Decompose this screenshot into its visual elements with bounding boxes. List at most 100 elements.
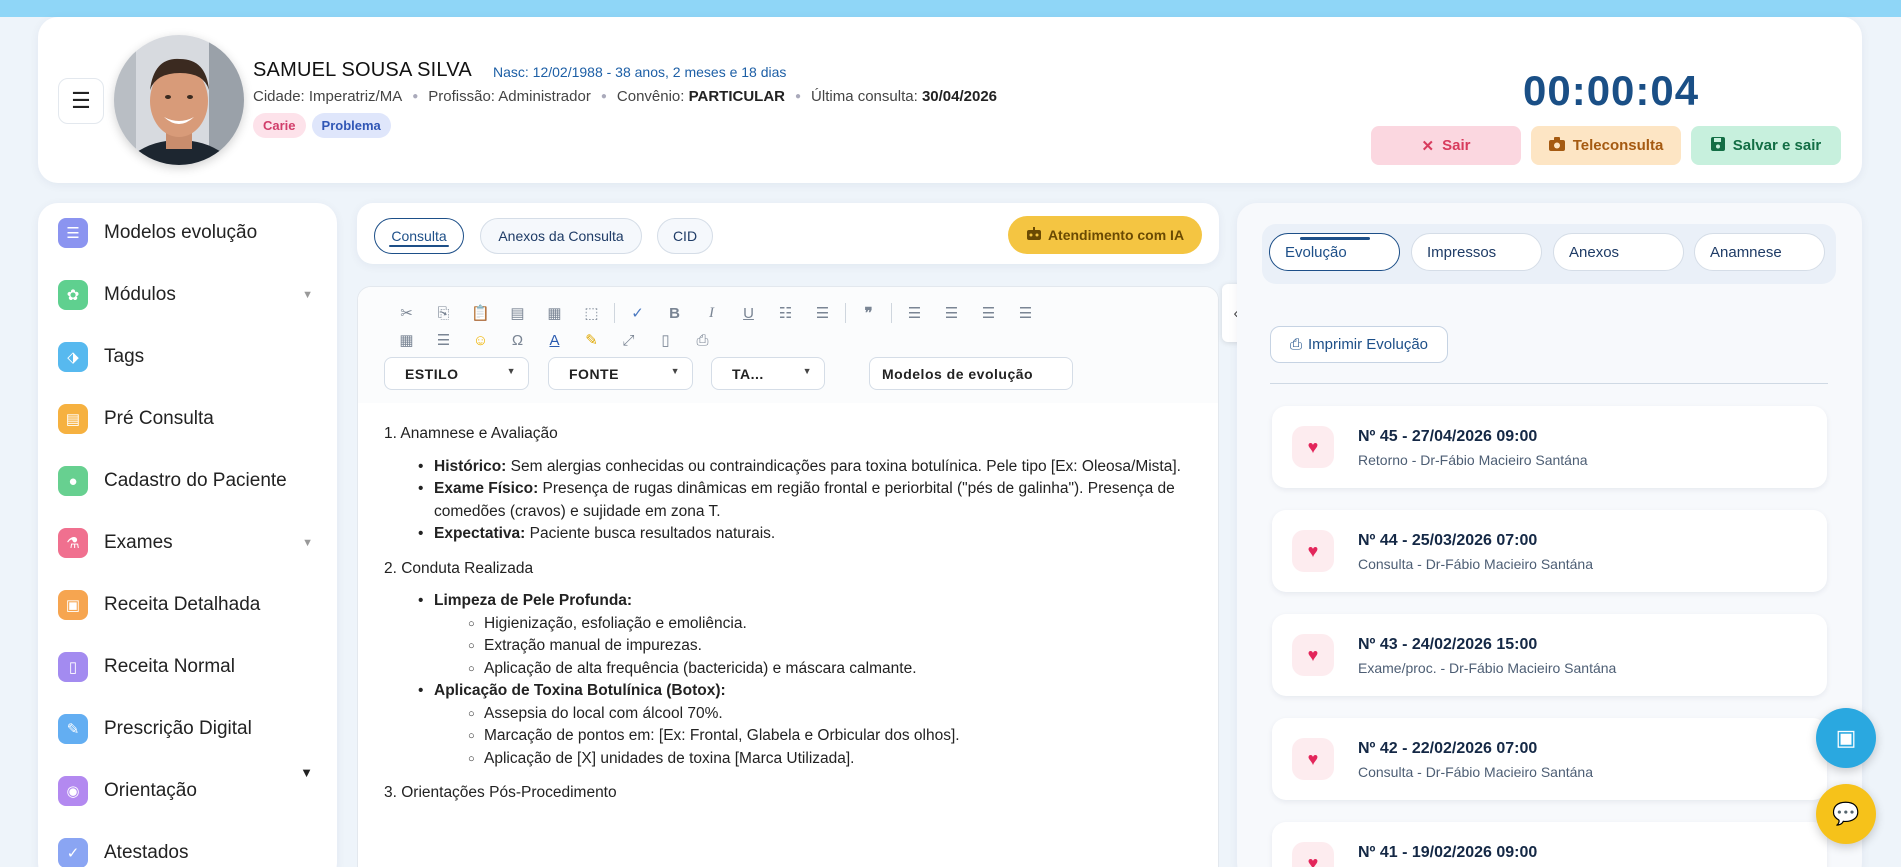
- smiley-icon[interactable]: ☺: [462, 328, 499, 352]
- sidebar-item-pre-consulta[interactable]: ▤ Pré Consulta: [58, 399, 323, 439]
- bulleted-list-icon[interactable]: ☰: [804, 301, 841, 325]
- align-justify-icon[interactable]: ☰: [1007, 301, 1044, 325]
- evolution-models-select[interactable]: Modelos de evolução: [869, 357, 1073, 390]
- sidebar-item-modelos-evolucao[interactable]: ☰ Modelos evolução: [58, 213, 323, 253]
- list-item: Aplicação de [X] unidades de toxina [Mar…: [468, 748, 1194, 771]
- pen-icon: ✎: [58, 714, 88, 744]
- horizontal-line-icon[interactable]: ☰: [425, 328, 462, 352]
- document-icon: ▣: [58, 590, 88, 620]
- align-left-icon[interactable]: ☰: [896, 301, 933, 325]
- tag-carie[interactable]: Carie: [253, 113, 306, 138]
- sidebar-item-receita-normal[interactable]: ▯ Receita Normal: [58, 647, 323, 687]
- save-and-exit-button[interactable]: Salvar e sair: [1691, 126, 1841, 165]
- print-evolution-button[interactable]: ⎙ Imprimir Evolução: [1270, 326, 1448, 363]
- chat-fab-button[interactable]: 💬: [1816, 784, 1876, 844]
- sidebar-item-orientacao[interactable]: ◉ Orientação ▼: [58, 765, 323, 811]
- numbered-list-icon[interactable]: ☷: [767, 301, 804, 325]
- tab-impressos[interactable]: Impressos: [1411, 233, 1542, 271]
- toolbar-row-2: ▦ ☰ ☺ Ω A ✎ ⤢ ▯ ⎙: [388, 328, 721, 352]
- font-select[interactable]: FONTE ▼: [548, 357, 693, 390]
- evolution-card[interactable]: ♥ Nº 44 - 25/03/2026 07:00 Consulta - Dr…: [1272, 510, 1827, 592]
- toolbar-divider: [845, 303, 846, 323]
- toolbar-divider: [614, 303, 615, 323]
- sidebar-item-prescricao-digital[interactable]: ✎ Prescrição Digital: [58, 709, 323, 749]
- text-color-icon[interactable]: A: [536, 328, 573, 352]
- check-icon: ✓: [58, 838, 88, 867]
- user-icon: ●: [58, 466, 88, 496]
- editor-content[interactable]: 1. Anamnese e Avaliação Histórico: Sem a…: [384, 423, 1194, 815]
- separator-dot: ●: [412, 91, 419, 102]
- list-item: Exame Físico: Presença de rugas dinâmica…: [418, 478, 1194, 523]
- underline-icon[interactable]: U: [730, 301, 767, 325]
- tab-evolucao[interactable]: Evolução: [1269, 233, 1400, 271]
- menu-icon: ☰: [71, 88, 91, 113]
- table-icon[interactable]: ▦: [388, 328, 425, 352]
- size-select[interactable]: TA... ▼: [711, 357, 825, 390]
- hamburger-menu-button[interactable]: ☰: [58, 78, 104, 124]
- bg-color-icon[interactable]: ✎: [573, 328, 610, 352]
- caret-down-icon: ▼: [506, 366, 516, 376]
- evolution-card[interactable]: ♥ Nº 42 - 22/02/2026 07:00 Consulta - Dr…: [1272, 718, 1827, 800]
- sidebar-item-receita-detalhada[interactable]: ▣ Receita Detalhada: [58, 585, 323, 625]
- export-pdf-icon[interactable]: ▯: [647, 328, 684, 352]
- patient-convenio: Convênio: PARTICULAR: [616, 88, 785, 105]
- italic-icon[interactable]: I: [693, 301, 730, 325]
- camera-icon: [1548, 136, 1565, 155]
- cut-icon[interactable]: ✂: [388, 301, 425, 325]
- bold-icon[interactable]: B: [656, 301, 693, 325]
- teleconsulta-button[interactable]: Teleconsulta: [1531, 126, 1681, 165]
- tab-anamnese[interactable]: Anamnese: [1694, 233, 1825, 271]
- list-item: Aplicação de Toxina Botulínica (Botox): …: [418, 680, 1194, 771]
- tab-consulta[interactable]: Consulta: [374, 218, 464, 254]
- evolution-card[interactable]: ♥ Nº 41 - 19/02/2026 09:00: [1272, 822, 1827, 867]
- evolution-card[interactable]: ♥ Nº 45 - 27/04/2026 09:00 Retorno - Dr-…: [1272, 406, 1827, 488]
- exit-button[interactable]: ✕ Sair: [1371, 126, 1521, 165]
- box-icon: ▣: [1835, 725, 1857, 750]
- tag-icon: ⬗: [58, 342, 88, 372]
- caret-down-icon: ▼: [300, 765, 313, 780]
- print-icon[interactable]: ⎙: [684, 328, 721, 352]
- blockquote-icon[interactable]: ❞: [850, 301, 887, 325]
- spellcheck-icon[interactable]: ✓: [619, 301, 656, 325]
- tab-anexos-consulta[interactable]: Anexos da Consulta: [480, 218, 642, 254]
- patient-header: ☰ SAMUEL SOUSA SILVA Nasc: 12/02/1988 - …: [38, 17, 1862, 183]
- print-icon: ⎙: [1289, 336, 1302, 353]
- separator-dot: ●: [795, 91, 802, 102]
- evolution-card[interactable]: ♥ Nº 43 - 24/02/2026 15:00 Exame/proc. -…: [1272, 614, 1827, 696]
- consult-timer: 00:00:04: [1523, 67, 1700, 114]
- sidebar-item-modulos[interactable]: ✿ Módulos ▼: [58, 275, 323, 315]
- package-fab-button[interactable]: ▣: [1816, 708, 1876, 768]
- sidebar-item-cadastro-paciente[interactable]: ● Cadastro do Paciente: [58, 461, 323, 501]
- tag-problema[interactable]: Problema: [311, 113, 391, 138]
- sidebar-item-tags[interactable]: ⬗ Tags: [58, 337, 323, 377]
- list-item: Histórico: Sem alergias conhecidas ou co…: [418, 456, 1194, 479]
- paste-text-icon[interactable]: ▤: [499, 301, 536, 325]
- document-icon: ▯: [58, 652, 88, 682]
- sidebar: ☰ Modelos evolução ✿ Módulos ▼ ⬗ Tags ▤ …: [38, 203, 337, 867]
- section-heading: 2. Conduta Realizada: [384, 559, 534, 577]
- select-all-icon[interactable]: ⬚: [573, 301, 610, 325]
- copy-icon[interactable]: ⎘: [425, 301, 462, 325]
- sidebar-item-exames[interactable]: ⚗ Exames ▼: [58, 523, 323, 563]
- top-accent-bar: [0, 0, 1901, 17]
- heart-icon: ♥: [1292, 738, 1334, 780]
- caret-down-icon: ▼: [302, 537, 313, 549]
- maximize-icon[interactable]: ⤢: [610, 328, 647, 352]
- special-char-icon[interactable]: Ω: [499, 328, 536, 352]
- patient-tags: Carie Problema: [253, 113, 391, 138]
- patient-last-consult: Última consulta: 30/04/2026: [811, 88, 998, 105]
- close-icon: ✕: [1421, 137, 1435, 155]
- section-heading: 3. Orientações Pós-Procedimento: [384, 784, 617, 801]
- sidebar-item-atestados[interactable]: ✓ Atestados: [58, 833, 323, 867]
- ai-attendance-button[interactable]: Atendimento com IA: [1008, 216, 1202, 254]
- align-right-icon[interactable]: ☰: [970, 301, 1007, 325]
- heart-icon: ♥: [1292, 634, 1334, 676]
- list-icon: ☰: [58, 218, 88, 248]
- tab-anexos[interactable]: Anexos: [1553, 233, 1684, 271]
- paste-word-icon[interactable]: ▦: [536, 301, 573, 325]
- paste-icon[interactable]: 📋: [462, 301, 499, 325]
- align-center-icon[interactable]: ☰: [933, 301, 970, 325]
- consult-tabs-bar: Consulta Anexos da Consulta CID Atendime…: [357, 203, 1219, 264]
- style-select[interactable]: ESTILO ▼: [384, 357, 529, 390]
- tab-cid[interactable]: CID: [657, 218, 713, 254]
